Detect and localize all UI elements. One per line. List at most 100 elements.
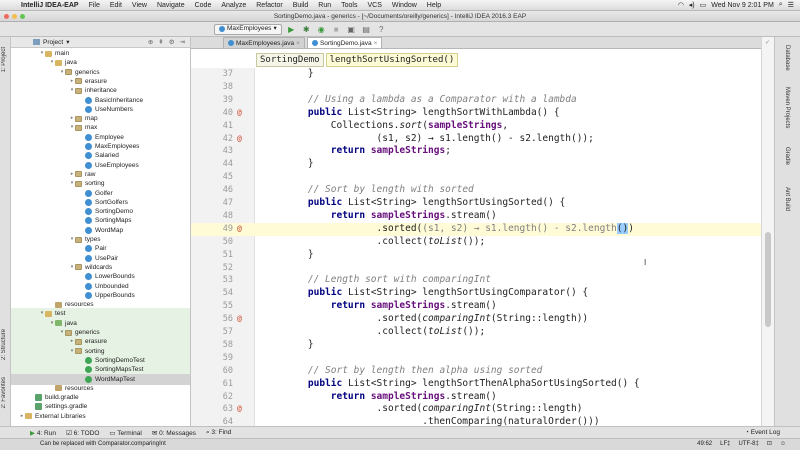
inspection-ok-icon[interactable]: ✓ <box>765 39 770 46</box>
code-line[interactable]: 40 @ public List<String> lengthSortWithLa… <box>191 107 761 120</box>
code-line[interactable]: 38 <box>191 81 761 94</box>
structure-tool-tab[interactable]: 2: Structure <box>1 329 7 360</box>
menu-refactor[interactable]: Refactor <box>251 2 287 9</box>
code-line[interactable]: 60 // Sort by length then alpha using so… <box>191 365 761 378</box>
gradle-tool-tab[interactable]: Gradle <box>784 147 790 165</box>
menu-code[interactable]: Code <box>190 2 217 9</box>
editor-tab[interactable]: SortingDemo.java × <box>306 37 383 49</box>
menu-build[interactable]: Build <box>288 2 314 9</box>
lambda-gutter-icon[interactable]: @ <box>237 403 242 416</box>
code-line[interactable]: 53 // Length sort with comparingInt <box>191 274 761 287</box>
code-line[interactable]: 58 } <box>191 339 761 352</box>
lock-icon[interactable]: ⊡ <box>767 439 772 450</box>
run-icon[interactable]: ▶ <box>286 24 297 35</box>
file-encoding[interactable]: UTF-8‡ <box>738 439 758 450</box>
tree-item[interactable]: ▸ External Libraries <box>11 411 190 422</box>
breadcrumb-item[interactable]: lengthSortUsingSorted() <box>325 53 459 67</box>
code-line[interactable]: 57 .collect(toList()); <box>191 326 761 339</box>
chevron-down-icon[interactable]: ▾ <box>66 38 69 46</box>
structure-icon[interactable]: ▤ <box>361 24 372 35</box>
code-line[interactable]: 52 <box>191 262 761 275</box>
code-line[interactable]: 41 Collections.sort(sampleStrings, <box>191 120 761 133</box>
coverage-icon[interactable]: ◉ <box>316 24 327 35</box>
code-line[interactable]: 46 // Sort by length with sorted <box>191 184 761 197</box>
close-icon[interactable]: × <box>374 38 378 49</box>
run-configuration-selector[interactable]: MaxEmployees ▾ <box>214 23 282 35</box>
code-line[interactable]: 48 return sampleStrings.stream() <box>191 210 761 223</box>
hide-panel-icon[interactable]: ⇥ <box>180 38 185 46</box>
zoom-window-icon[interactable] <box>20 14 25 19</box>
menu-window[interactable]: Window <box>387 2 422 9</box>
code-line[interactable]: 51 } <box>191 249 761 262</box>
line-separator[interactable]: LF‡ <box>720 439 730 450</box>
maven-tool-tab[interactable]: Maven Projects <box>784 87 790 128</box>
menu-help[interactable]: Help <box>422 2 446 9</box>
ant-build-tool-tab[interactable]: Ant Build <box>784 187 790 211</box>
gear-icon[interactable]: ⚙ <box>169 38 175 46</box>
scrollbar-thumb[interactable] <box>765 232 771 327</box>
app-name[interactable]: IntelliJ IDEA-EAP <box>16 2 84 9</box>
code-line[interactable]: 37 } <box>191 68 761 81</box>
project-tool-tab[interactable]: 1: Project <box>1 47 7 72</box>
menu-view[interactable]: View <box>127 2 152 9</box>
code-line[interactable]: 56 @ .sorted(comparingInt(String::length)… <box>191 313 761 326</box>
clock[interactable]: Wed Nov 9 2:01 PM <box>711 2 774 9</box>
lambda-gutter-icon[interactable]: @ <box>237 313 242 326</box>
code-line[interactable]: 43 return sampleStrings; <box>191 145 761 158</box>
project-view-selector[interactable]: Project <box>43 39 63 46</box>
code-line[interactable]: 47 public List<String> lengthSortUsingSo… <box>191 197 761 210</box>
menu-edit[interactable]: Edit <box>105 2 127 9</box>
menu-run[interactable]: Run <box>313 2 336 9</box>
code-line[interactable]: 62 return sampleStrings.stream() <box>191 391 761 404</box>
caret-position[interactable]: 49:62 <box>697 439 712 450</box>
event-log-tab[interactable]: ◔ Event Log <box>745 429 800 436</box>
menu-analyze[interactable]: Analyze <box>216 2 251 9</box>
messages-tool-tab[interactable]: ✉ 0: Messages <box>152 429 196 437</box>
wifi-icon[interactable]: ◠ <box>678 1 684 9</box>
todo-tool-tab[interactable]: ☑ 6: TODO <box>66 429 99 437</box>
database-tool-tab[interactable]: Database <box>784 45 790 71</box>
code-line[interactable]: 50 .collect(toList()); <box>191 236 761 249</box>
breadcrumb-item[interactable]: SortingDemo <box>256 53 324 67</box>
lambda-gutter-icon[interactable]: @ <box>237 107 242 120</box>
java-class-icon <box>85 143 92 150</box>
editor-tab[interactable]: MaxEmployees.java × <box>223 37 305 48</box>
debug-icon[interactable]: ✱ <box>301 24 312 35</box>
code-line[interactable]: 44 } <box>191 158 761 171</box>
code-line[interactable]: 64 .thenComparing(naturalOrder())) <box>191 416 761 426</box>
close-window-icon[interactable] <box>4 14 9 19</box>
lambda-gutter-icon[interactable]: @ <box>237 133 242 146</box>
sdk-icon[interactable]: ▣ <box>346 24 357 35</box>
menu-file[interactable]: File <box>84 2 105 9</box>
editor-scrollbar[interactable]: ✓ <box>761 37 774 426</box>
menu-navigate[interactable]: Navigate <box>152 2 190 9</box>
code-line[interactable]: 59 <box>191 352 761 365</box>
code-line[interactable]: 63 @ .sorted(comparingInt(String::length) <box>191 403 761 416</box>
stop-icon[interactable]: ■ <box>331 24 342 35</box>
search-icon[interactable]: ⌕ <box>779 1 783 9</box>
code-line[interactable]: 55 return sampleStrings.stream() <box>191 300 761 313</box>
terminal-tool-tab[interactable]: ▭ Terminal <box>109 429 141 437</box>
volume-icon[interactable]: ◂) <box>689 1 695 9</box>
lambda-gutter-icon[interactable]: @ <box>237 223 242 236</box>
code-line[interactable]: 42 @ (s1, s2) → s1.length() - s2.length()… <box>191 133 761 146</box>
battery-icon[interactable]: ▭ <box>700 1 707 9</box>
menu-vcs[interactable]: VCS <box>362 2 386 9</box>
hector-icon[interactable]: ☺ <box>780 439 786 450</box>
code-line[interactable]: 61 public List<String> lengthSortThenAlp… <box>191 378 761 391</box>
collapse-icon[interactable]: ⇞ <box>158 38 163 46</box>
close-icon[interactable]: × <box>296 38 300 49</box>
code-line[interactable]: 45 <box>191 171 761 184</box>
code-line[interactable]: 39 // Using a lambda as a Comparator wit… <box>191 94 761 107</box>
run-tool-tab[interactable]: ▶ 4: Run <box>30 429 56 437</box>
list-icon[interactable]: ☰ <box>788 1 794 9</box>
minimize-window-icon[interactable] <box>12 14 17 19</box>
menu-tools[interactable]: Tools <box>336 2 362 9</box>
code-line[interactable]: 54 public List<String> lengthSortUsingCo… <box>191 287 761 300</box>
sync-icon[interactable]: ⊕ <box>148 38 153 46</box>
favorites-tool-tab[interactable]: 2: Favorites <box>1 377 7 408</box>
code-line[interactable]: 49 @ .sorted((s1, s2) → s1.length() - s2.… <box>191 222 761 236</box>
help-icon[interactable]: ? <box>376 24 387 35</box>
code-editor[interactable]: SortingDemo lengthSortUsingSorted() 37 } 3… <box>191 49 761 426</box>
find-tool-tab[interactable]: ⌕ 3: Find <box>206 429 231 437</box>
